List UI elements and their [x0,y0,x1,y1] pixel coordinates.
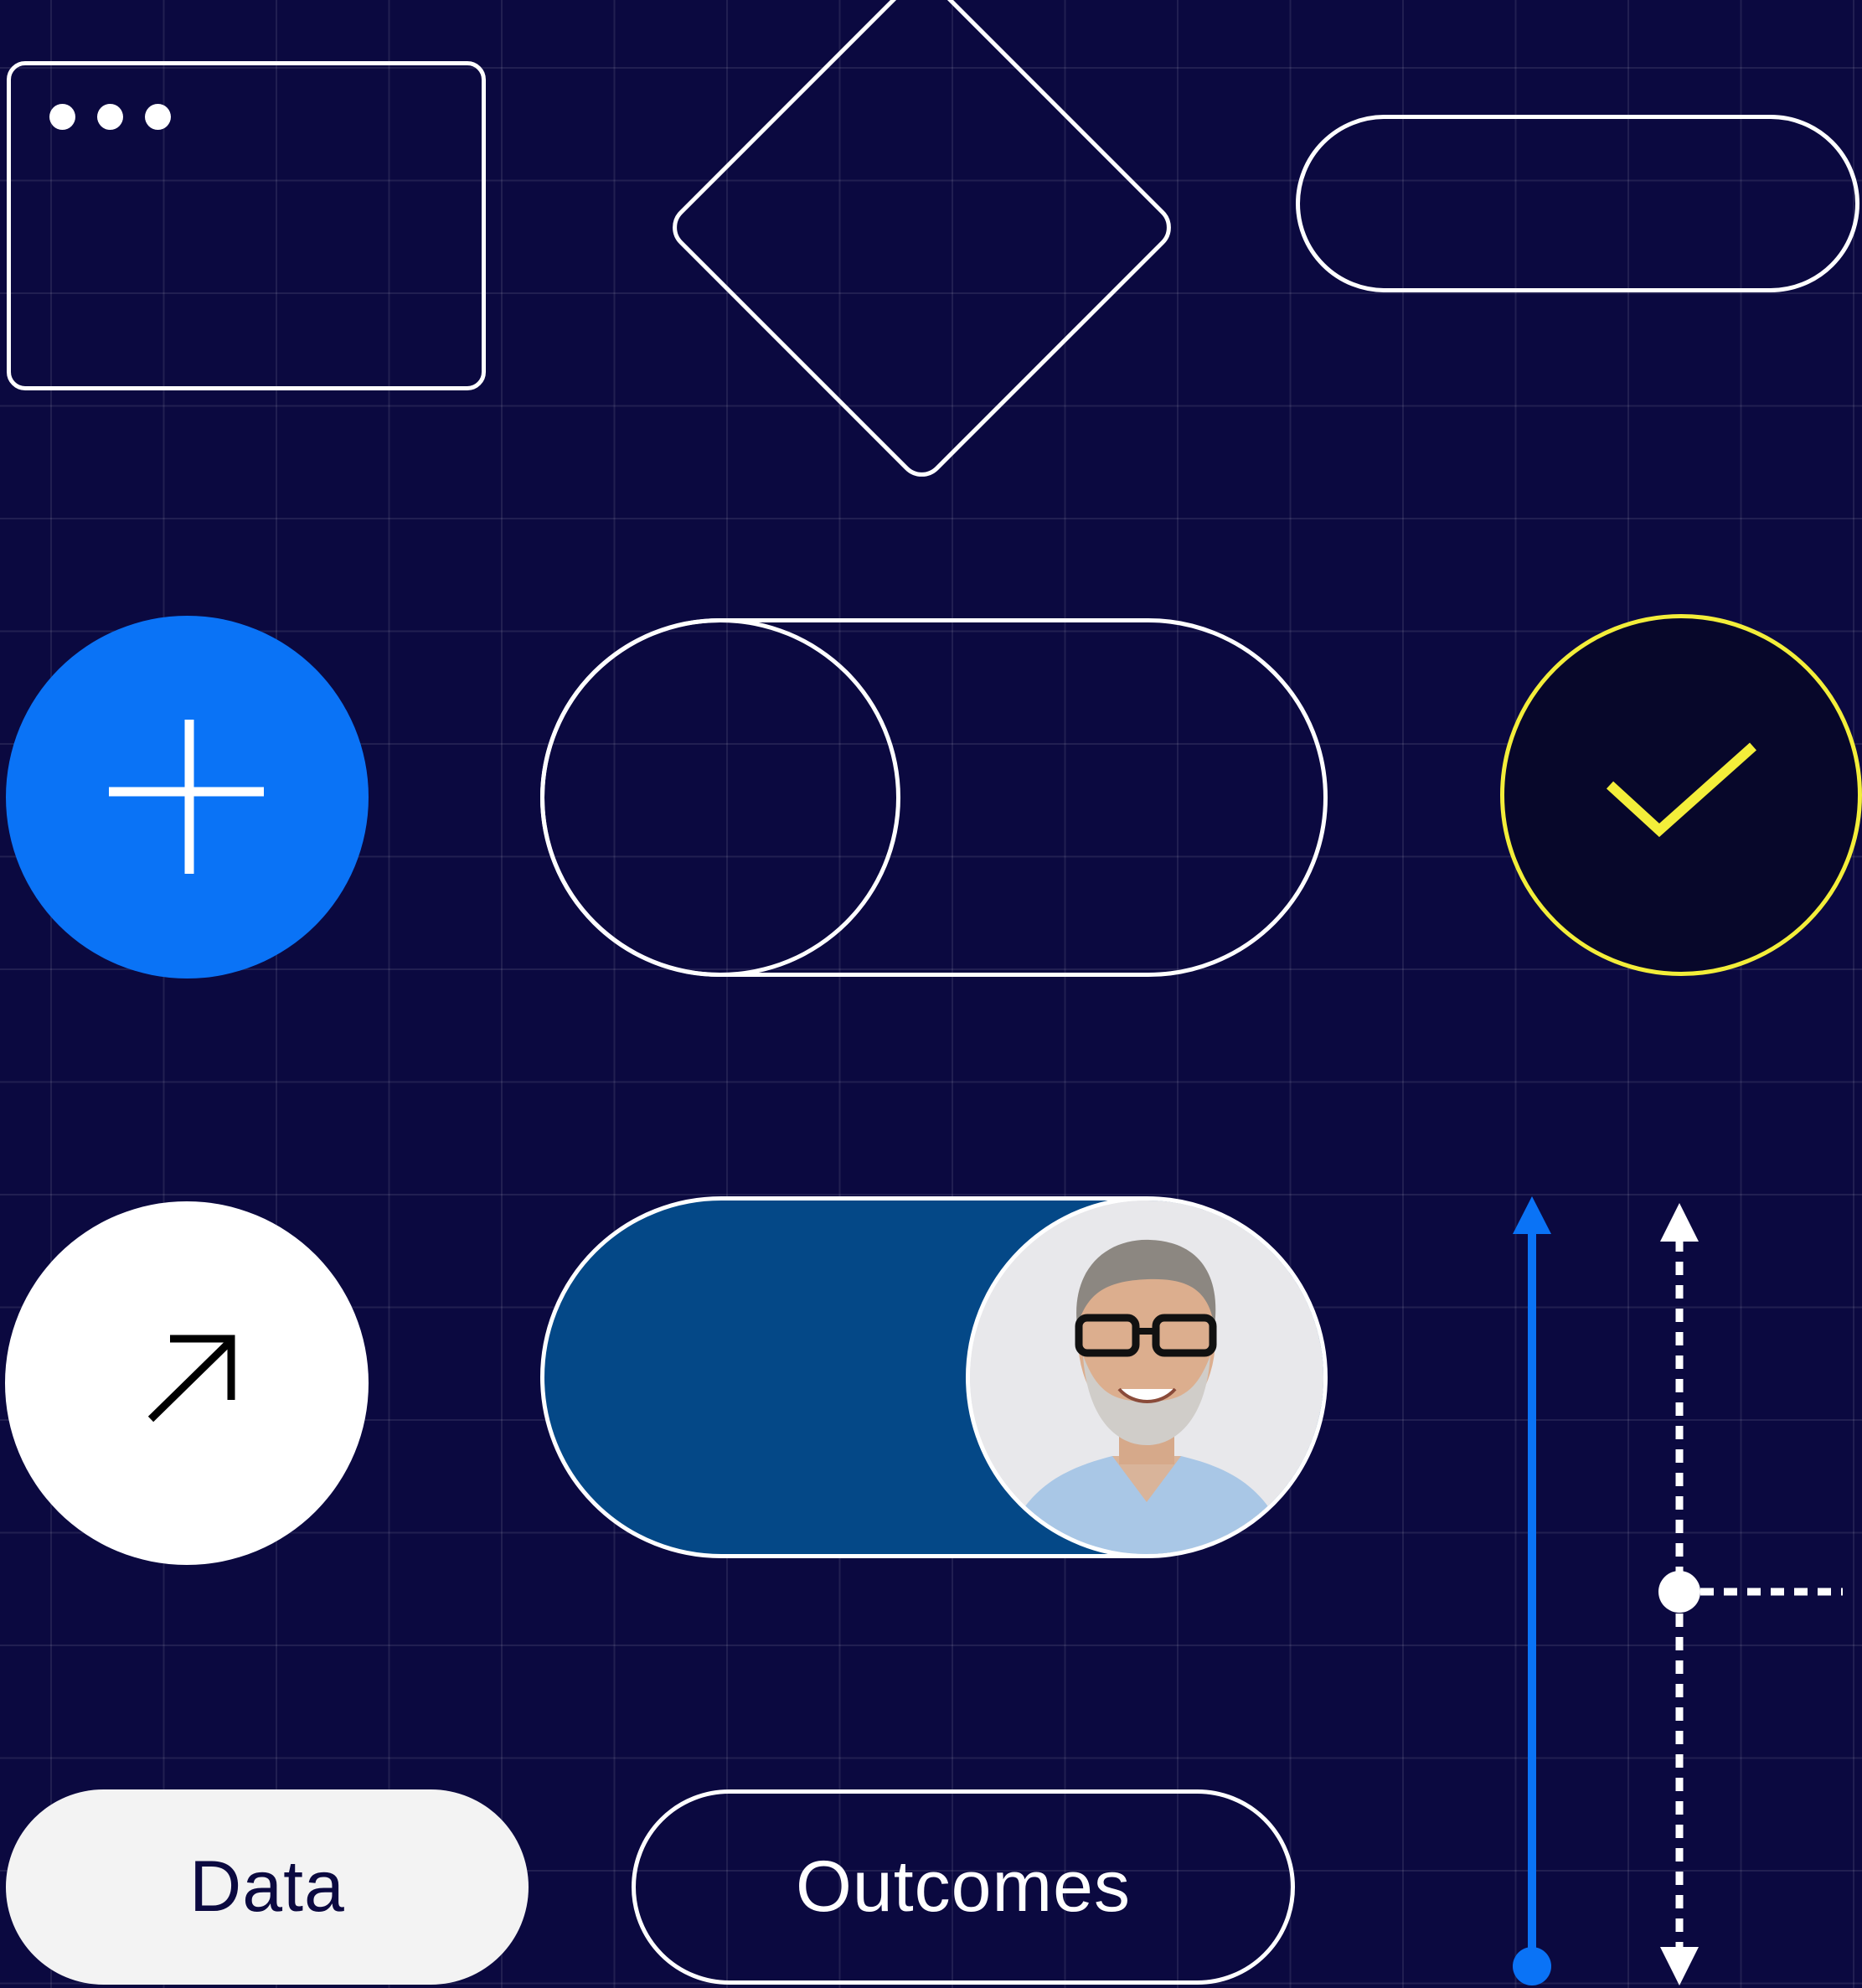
window-dot [145,104,171,130]
terminator-pill-shape [1296,115,1859,292]
checkmark-icon [1606,742,1756,838]
confirm-check-button[interactable] [1500,614,1862,976]
toggle-switch-off[interactable] [540,618,1328,977]
arrow-down-head [1660,1947,1699,1985]
connector-start-dot [1513,1947,1551,1985]
open-link-button[interactable] [5,1201,369,1565]
toggle-switch-on[interactable] [540,1196,1328,1558]
browser-window-icon [7,61,486,390]
window-dot [97,104,123,130]
arrow-up-head [1513,1196,1551,1234]
data-chip[interactable]: Data [6,1789,529,1985]
window-controls [49,104,171,130]
arrow-up-head [1660,1203,1699,1242]
add-button[interactable] [6,616,369,979]
plus-icon [109,720,264,874]
outcomes-chip-label: Outcomes [796,1846,1131,1927]
user-avatar-photo [966,1201,1323,1554]
toggle-knob [540,618,900,977]
junction-node [1658,1571,1700,1613]
window-dot [49,104,75,130]
avatar-portrait [970,1201,1323,1554]
data-chip-label: Data [189,1846,345,1927]
outcomes-chip[interactable]: Outcomes [632,1789,1295,1985]
arrow-up-right-icon [147,1335,235,1423]
decision-diamond-shape [663,0,1181,487]
